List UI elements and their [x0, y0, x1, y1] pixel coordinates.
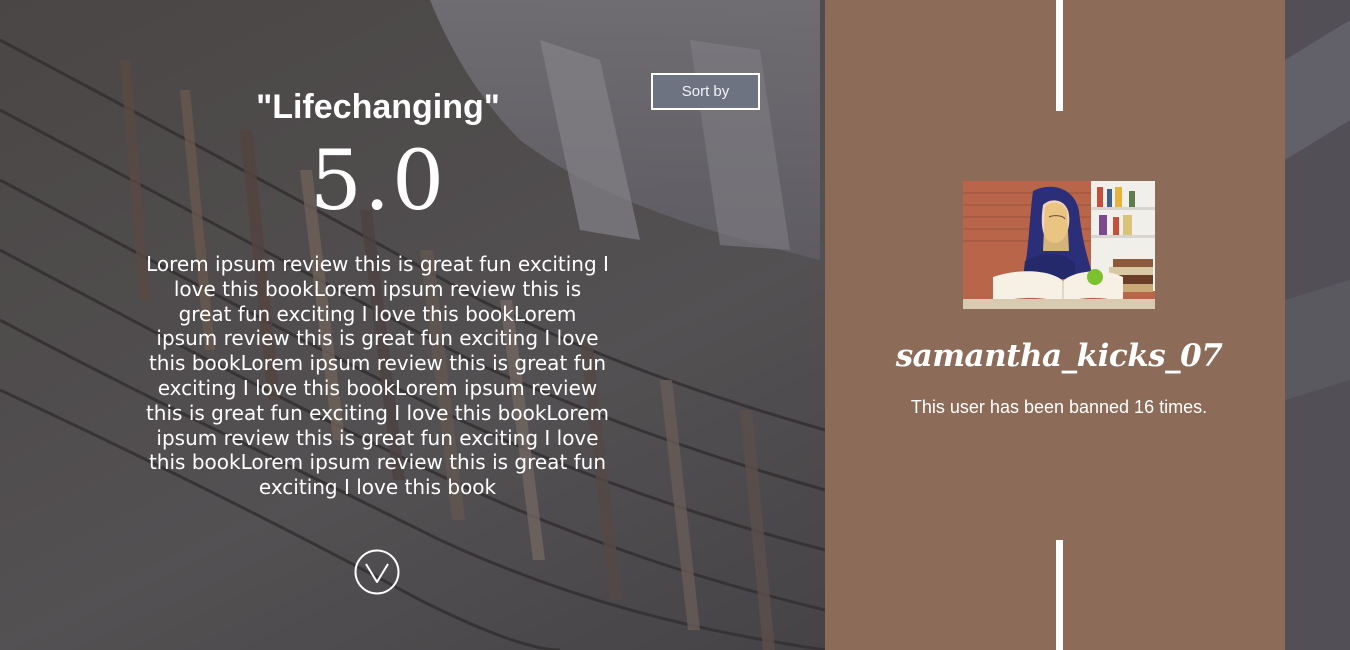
review-body: Lorem ipsum review this is great fun exc… [145, 252, 610, 500]
user-avatar [963, 181, 1155, 309]
girl-reading-book-photo [963, 181, 1155, 309]
sort-button[interactable]: Sort by [651, 73, 760, 110]
review-section: "Lifechanging" 5.0 Lorem ipsum review th… [0, 0, 825, 650]
user-profile-panel: samantha_kicks_07 This user has been ban… [825, 0, 1285, 650]
top-divider [1056, 0, 1063, 111]
chevron-down-circle-icon [354, 549, 400, 595]
review-title: "Lifechanging" [256, 88, 500, 126]
ban-count-note: This user has been banned 16 times. [910, 397, 1208, 417]
username: samantha_kicks_07 [895, 338, 1223, 374]
review-score: 5.0 [309, 134, 447, 229]
bottom-divider [1056, 540, 1063, 650]
expand-review-button[interactable] [354, 549, 400, 595]
